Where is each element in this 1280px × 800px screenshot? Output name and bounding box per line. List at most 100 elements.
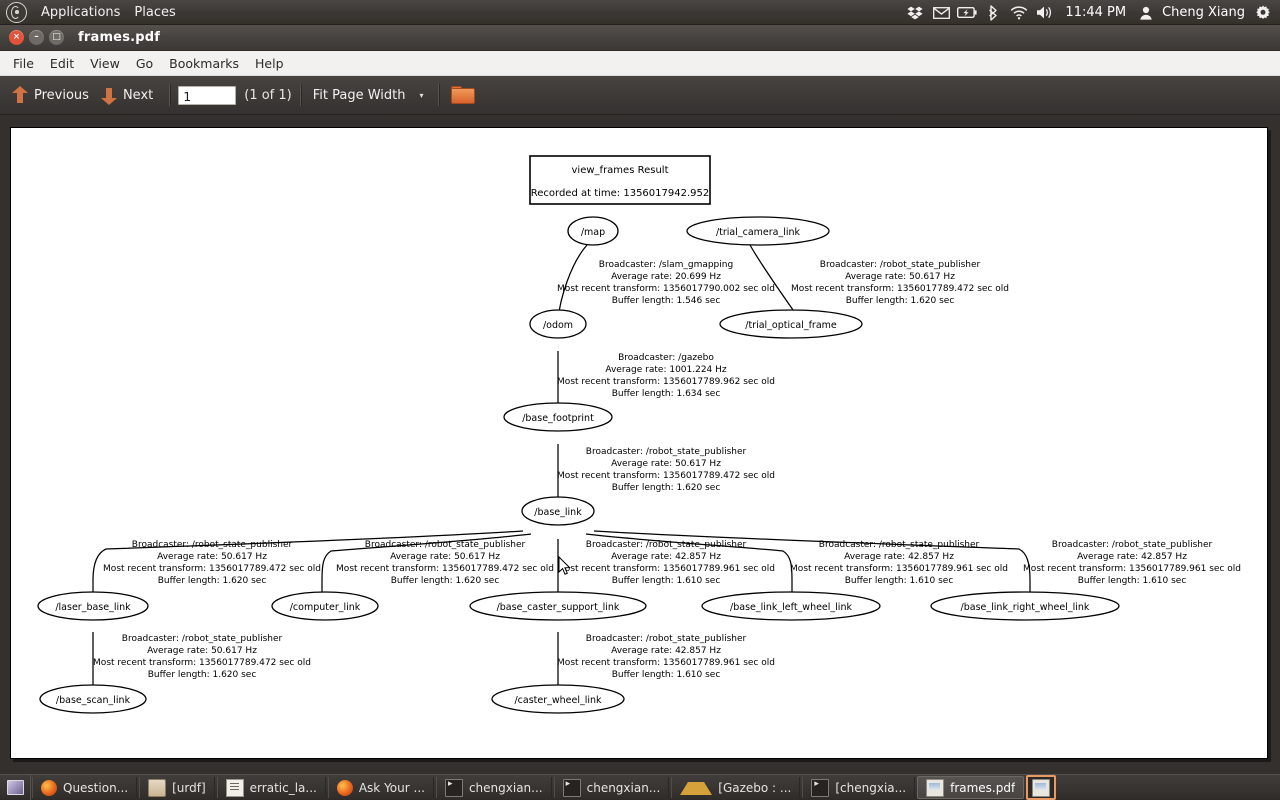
taskbar-item-terminal-3[interactable]: [chengxia... xyxy=(802,777,916,798)
node-laser-base-link[interactable]: /laser_base_link xyxy=(37,591,149,621)
zoom-level-label: Fit Page Width xyxy=(312,87,406,103)
show-desktop-button[interactable] xyxy=(0,775,31,800)
result-header-box: view_frames Result Recorded at time: 135… xyxy=(529,155,711,205)
menu-view[interactable]: View xyxy=(82,53,128,74)
menu-edit[interactable]: Edit xyxy=(42,53,82,74)
node-trial-optical-frame[interactable]: /trial_optical_frame xyxy=(719,309,863,339)
page-count-label: (1 of 1) xyxy=(244,87,292,103)
arrow-up-icon xyxy=(12,85,28,105)
node-trial-camera-link[interactable]: /trial_camera_link xyxy=(686,216,830,246)
edge-label: Most recent transform: 1356017789.961 se… xyxy=(557,564,775,574)
taskbar-item-terminal-2[interactable]: chengxian... xyxy=(553,777,670,798)
node-label: /base_link xyxy=(534,507,582,518)
node-label: /odom xyxy=(543,320,573,331)
toolbar-separator-3 xyxy=(437,84,439,106)
node-base-link[interactable]: /base_link xyxy=(521,496,595,526)
node-base-caster-support-link[interactable]: /base_caster_support_link xyxy=(469,591,647,621)
workspace-thumbnail[interactable] xyxy=(1026,775,1057,800)
node-label: /laser_base_link xyxy=(55,602,131,613)
menu-places[interactable]: Places xyxy=(127,2,182,23)
edge-label: Buffer length: 1.620 sec xyxy=(391,576,500,586)
menu-applications[interactable]: Applications xyxy=(34,2,127,23)
top-panel-tray: 11:44 PM Cheng Xiang xyxy=(903,1,1280,25)
taskbar-item-terminal-1[interactable]: chengxian... xyxy=(435,777,552,798)
node-base-footprint[interactable]: /base_footprint xyxy=(503,402,613,432)
taskbar-item-frames-pdf[interactable]: frames.pdf xyxy=(917,776,1025,799)
edge-label: Average rate: 42.857 Hz xyxy=(611,646,721,656)
taskbar-item-erratic-launch[interactable]: erratic_la... xyxy=(216,777,326,798)
maximize-icon: □ xyxy=(52,32,61,42)
edge-label: Broadcaster: /gazebo xyxy=(618,353,714,363)
node-label: /base_footprint xyxy=(522,413,594,424)
node-caster-wheel-link[interactable]: /caster_wheel_link xyxy=(491,684,625,714)
gear-icon[interactable] xyxy=(1251,1,1275,25)
taskbar-item-label: chengxian... xyxy=(586,780,661,795)
document-view[interactable]: view_frames Result Recorded at time: 135… xyxy=(0,115,1280,775)
clock[interactable]: 11:44 PM xyxy=(1059,5,1132,20)
chevron-down-icon[interactable]: ▾ xyxy=(413,91,429,100)
text-editor-icon xyxy=(225,778,244,797)
dropbox-icon[interactable] xyxy=(903,1,927,25)
edge-label: Most recent transform: 1356017789.472 se… xyxy=(93,658,311,668)
edge-label: Broadcaster: /slam_gmapping xyxy=(599,260,733,270)
edge-label: Buffer length: 1.546 sec xyxy=(612,296,721,306)
open-file-button[interactable] xyxy=(447,84,481,106)
titlebar: × – □ frames.pdf xyxy=(0,25,1280,51)
battery-icon[interactable] xyxy=(955,1,979,25)
taskbar-item-urdf[interactable]: [urdf] xyxy=(139,777,215,798)
next-page-button[interactable]: Next xyxy=(97,84,161,107)
taskbar-item-label: [chengxia... xyxy=(835,780,907,795)
node-computer-link[interactable]: /computer_link xyxy=(271,591,379,621)
edge-label: Most recent transform: 1356017789.961 se… xyxy=(1023,564,1241,574)
window-title: frames.pdf xyxy=(78,30,161,45)
taskbar-item-gazebo[interactable]: [Gazebo : ... xyxy=(671,777,801,798)
taskbar-item-question[interactable]: Question... xyxy=(32,777,138,798)
node-base-link-left-wheel-link[interactable]: /base_link_left_wheel_link xyxy=(701,591,881,621)
menu-file[interactable]: File xyxy=(5,53,42,74)
evince-window: × – □ frames.pdf File Edit View Go Bookm… xyxy=(0,25,1280,775)
edge-label: Most recent transform: 1356017789.961 se… xyxy=(557,658,775,668)
menu-bookmarks[interactable]: Bookmarks xyxy=(161,53,247,74)
node-base-link-right-wheel-link[interactable]: /base_link_right_wheel_link xyxy=(930,591,1120,621)
window-maximize-button[interactable]: □ xyxy=(49,30,64,45)
menu-help[interactable]: Help xyxy=(247,53,292,74)
taskbar-item-label: frames.pdf xyxy=(950,780,1016,795)
node-label: /base_scan_link xyxy=(56,695,131,706)
terminal-icon xyxy=(811,778,830,797)
toolbar: Previous Next 1 (1 of 1) Fit Page Width … xyxy=(0,76,1280,115)
node-odom[interactable]: /odom xyxy=(529,309,587,339)
page-number-input[interactable]: 1 xyxy=(178,85,237,105)
menu-go[interactable]: Go xyxy=(128,53,161,74)
node-base-scan-link[interactable]: /base_scan_link xyxy=(39,684,147,714)
edge-label: Broadcaster: /robot_state_publisher xyxy=(122,634,283,644)
folder-icon xyxy=(148,778,167,797)
pdf-icon xyxy=(926,778,945,797)
menubar: File Edit View Go Bookmarks Help xyxy=(0,51,1280,76)
zoom-select[interactable]: Fit Page Width xyxy=(309,86,414,105)
edge-label: Average rate: 50.617 Hz xyxy=(157,552,267,562)
edge-label: Broadcaster: /robot_state_publisher xyxy=(132,540,293,550)
bluetooth-icon[interactable] xyxy=(981,1,1005,25)
top-panel: Applications Places 11:44 PM Cheng Xiang xyxy=(0,0,1280,25)
node-label: /trial_camera_link xyxy=(716,227,801,238)
node-map[interactable]: /map xyxy=(567,216,619,246)
window-close-button[interactable]: × xyxy=(9,30,24,45)
mail-icon[interactable] xyxy=(929,1,953,25)
window-minimize-button[interactable]: – xyxy=(29,30,44,45)
wifi-icon[interactable] xyxy=(1007,1,1031,25)
tf-frames-graph: view_frames Result Recorded at time: 135… xyxy=(37,155,1241,714)
username-label[interactable]: Cheng Xiang xyxy=(1160,5,1249,20)
taskbar-item-label: [urdf] xyxy=(172,780,206,795)
taskbar-item-ask-your[interactable]: Ask Your ... xyxy=(327,777,434,798)
edge-label: Broadcaster: /robot_state_publisher xyxy=(820,260,981,270)
terminal-icon xyxy=(444,778,463,797)
node-label: /base_link_left_wheel_link xyxy=(730,602,852,613)
ubuntu-logo-icon[interactable] xyxy=(6,2,27,23)
terminal-icon xyxy=(562,778,581,797)
close-icon: × xyxy=(12,32,21,42)
previous-page-button[interactable]: Previous xyxy=(8,84,97,107)
edge-label: Buffer length: 1.610 sec xyxy=(612,670,721,680)
volume-icon[interactable] xyxy=(1033,1,1057,25)
edge-label: Most recent transform: 1356017789.472 se… xyxy=(791,284,1009,294)
toolbar-separator-1 xyxy=(169,84,171,106)
